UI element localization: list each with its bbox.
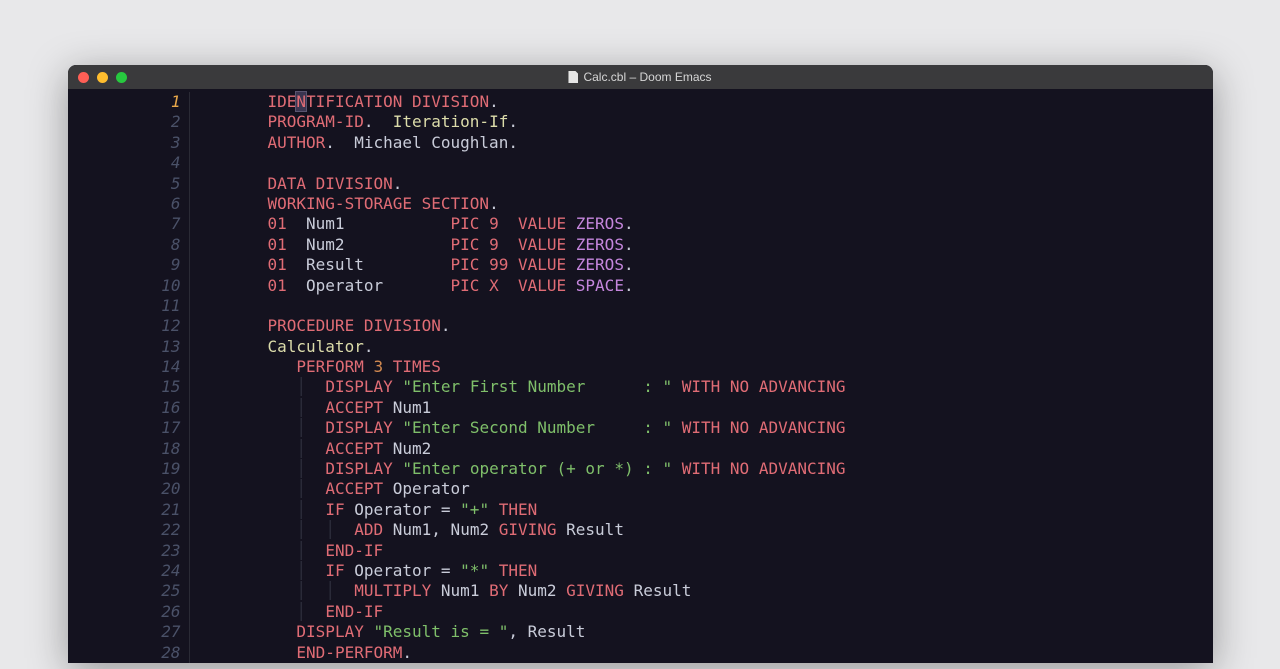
minimize-button[interactable]: [97, 72, 108, 83]
line-number: 14: [68, 357, 190, 377]
code-line[interactable]: │ DISPLAY "Enter operator (+ or *) : " W…: [268, 459, 1213, 479]
editor-area[interactable]: 1234567891011121314151617181920212223242…: [68, 89, 1213, 663]
line-number: 3: [68, 133, 190, 153]
titlebar[interactable]: Calc.cbl – Doom Emacs: [68, 65, 1213, 89]
code-line[interactable]: 01 Num1 PIC 9 VALUE ZEROS.: [268, 214, 1213, 234]
line-number: 23: [68, 541, 190, 561]
window-title-text: Calc.cbl – Doom Emacs: [583, 70, 711, 84]
code-line[interactable]: PROGRAM-ID. Iteration-If.: [268, 112, 1213, 132]
code-line[interactable]: [268, 296, 1213, 316]
line-number: 6: [68, 194, 190, 214]
line-number: 9: [68, 255, 190, 275]
line-number: 10: [68, 276, 190, 296]
code-line[interactable]: WORKING-STORAGE SECTION.: [268, 194, 1213, 214]
code-line[interactable]: END-PERFORM.: [268, 643, 1213, 663]
line-number: 28: [68, 643, 190, 663]
line-number: 16: [68, 398, 190, 418]
line-number: 18: [68, 439, 190, 459]
code-line[interactable]: 01 Result PIC 99 VALUE ZEROS.: [268, 255, 1213, 275]
line-number: 8: [68, 235, 190, 255]
code-line[interactable]: IDENTIFICATION DIVISION.: [268, 92, 1213, 112]
code-line[interactable]: Calculator.: [268, 337, 1213, 357]
line-number: 4: [68, 153, 190, 173]
code-line[interactable]: │ │ ADD Num1, Num2 GIVING Result: [268, 520, 1213, 540]
line-number: 20: [68, 479, 190, 499]
traffic-lights: [78, 72, 127, 83]
code-content[interactable]: IDENTIFICATION DIVISION.PROGRAM-ID. Iter…: [198, 92, 1213, 663]
close-button[interactable]: [78, 72, 89, 83]
line-number: 24: [68, 561, 190, 581]
editor-window: Calc.cbl – Doom Emacs 123456789101112131…: [68, 65, 1213, 663]
line-number: 27: [68, 622, 190, 642]
code-line[interactable]: │ │ MULTIPLY Num1 BY Num2 GIVING Result: [268, 581, 1213, 601]
line-number: 11: [68, 296, 190, 316]
code-line[interactable]: │ END-IF: [268, 602, 1213, 622]
code-line[interactable]: 01 Num2 PIC 9 VALUE ZEROS.: [268, 235, 1213, 255]
code-line[interactable]: 01 Operator PIC X VALUE SPACE.: [268, 276, 1213, 296]
line-number: 17: [68, 418, 190, 438]
code-line[interactable]: │ IF Operator = "+" THEN: [268, 500, 1213, 520]
code-line[interactable]: │ IF Operator = "*" THEN: [268, 561, 1213, 581]
line-number: 22: [68, 520, 190, 540]
line-number: 5: [68, 174, 190, 194]
code-line[interactable]: [268, 153, 1213, 173]
line-number-gutter: 1234567891011121314151617181920212223242…: [68, 92, 198, 663]
line-number: 7: [68, 214, 190, 234]
code-line[interactable]: AUTHOR. Michael Coughlan.: [268, 133, 1213, 153]
code-line[interactable]: │ DISPLAY "Enter First Number : " WITH N…: [268, 377, 1213, 397]
file-icon: [568, 71, 578, 83]
window-title: Calc.cbl – Doom Emacs: [68, 70, 1213, 84]
code-line[interactable]: │ DISPLAY "Enter Second Number : " WITH …: [268, 418, 1213, 438]
code-line[interactable]: PROCEDURE DIVISION.: [268, 316, 1213, 336]
code-line[interactable]: DISPLAY "Result is = ", Result: [268, 622, 1213, 642]
line-number: 25: [68, 581, 190, 601]
line-number: 13: [68, 337, 190, 357]
code-line[interactable]: PERFORM 3 TIMES: [268, 357, 1213, 377]
code-line[interactable]: │ ACCEPT Num2: [268, 439, 1213, 459]
code-line[interactable]: │ ACCEPT Num1: [268, 398, 1213, 418]
line-number: 15: [68, 377, 190, 397]
code-line[interactable]: DATA DIVISION.: [268, 174, 1213, 194]
line-number: 1: [68, 92, 190, 112]
maximize-button[interactable]: [116, 72, 127, 83]
code-line[interactable]: │ ACCEPT Operator: [268, 479, 1213, 499]
line-number: 12: [68, 316, 190, 336]
line-number: 19: [68, 459, 190, 479]
code-line[interactable]: │ END-IF: [268, 541, 1213, 561]
line-number: 2: [68, 112, 190, 132]
line-number: 26: [68, 602, 190, 622]
line-number: 21: [68, 500, 190, 520]
